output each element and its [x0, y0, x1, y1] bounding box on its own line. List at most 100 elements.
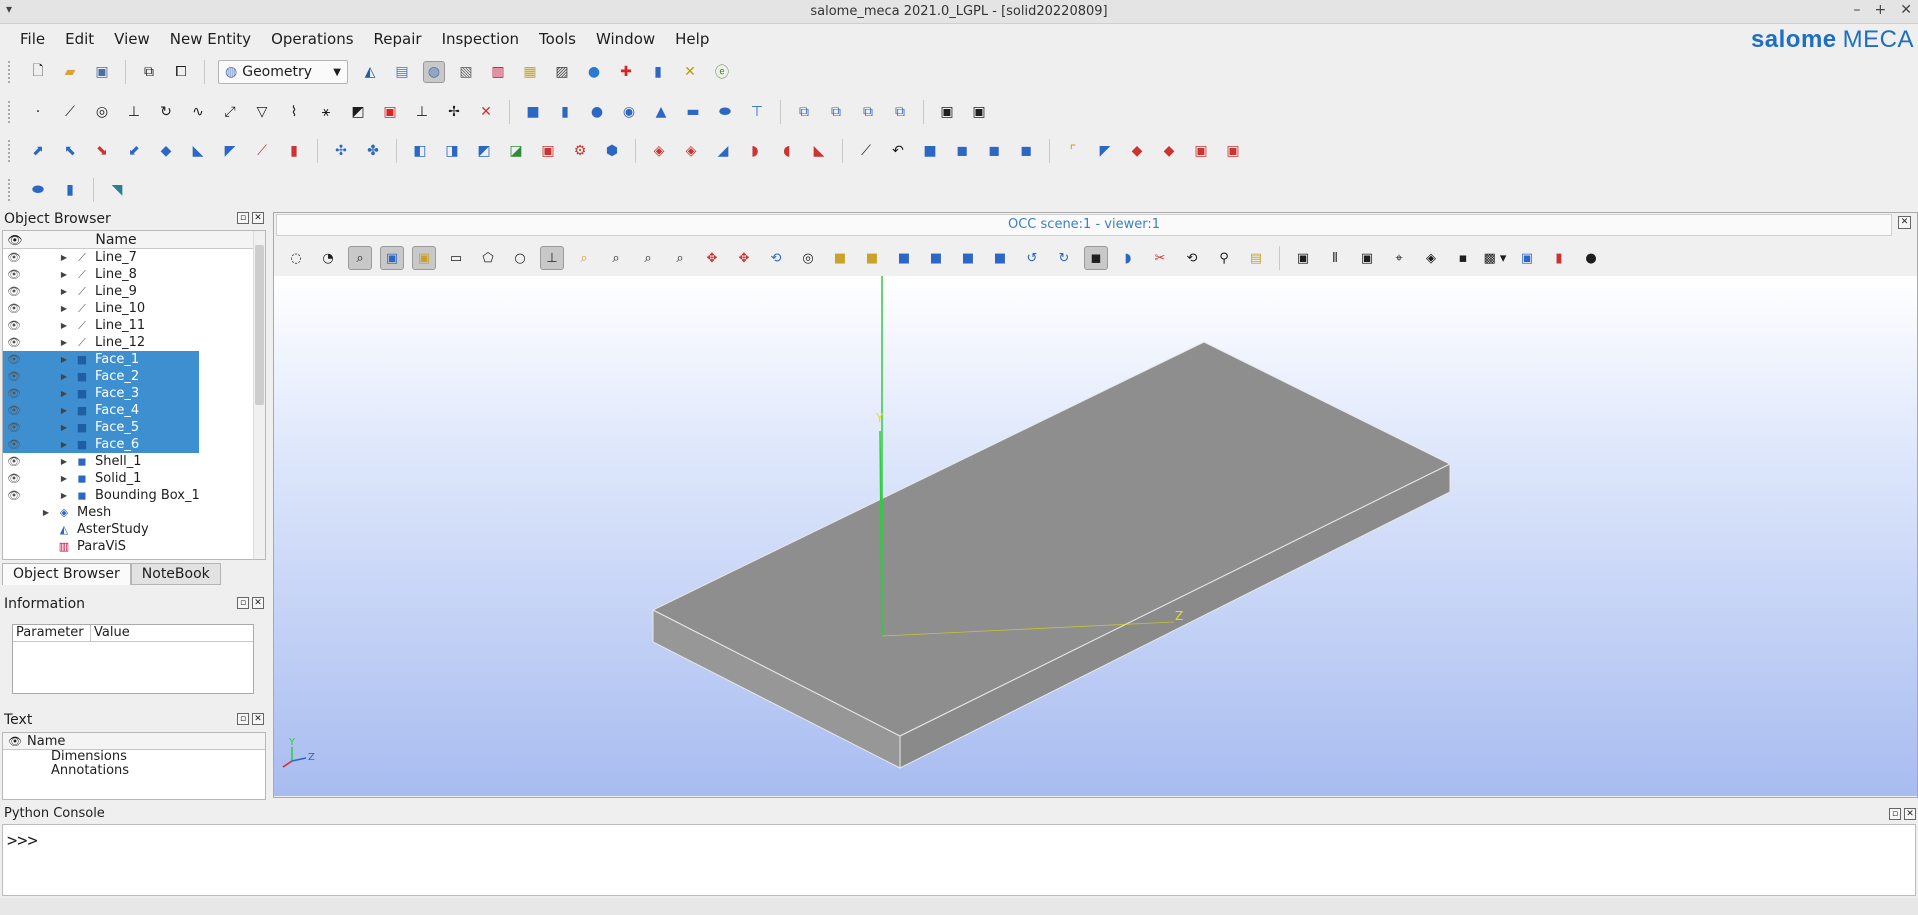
close-panel-icon[interactable]: ✕	[252, 212, 264, 224]
fit-all-icon[interactable]: ⌕	[572, 246, 596, 270]
visibility-eye-icon[interactable]: 👁	[3, 370, 25, 383]
float-panel-icon[interactable]: ▫	[237, 597, 249, 609]
menu-new-entity[interactable]: New Entity	[160, 30, 261, 48]
expand-arrow-icon[interactable]: ▶	[41, 508, 51, 517]
plane-tool-icon[interactable]: ▽	[251, 101, 273, 123]
object-browser-scrollbar[interactable]	[253, 231, 265, 559]
visibility-eye-icon[interactable]: 👁	[3, 285, 25, 298]
zoom-icon[interactable]: ⌕	[668, 246, 692, 270]
tree-item-bounding-box_1[interactable]: 👁 ▶ ◼ Bounding Box_1	[3, 487, 265, 504]
save-icon[interactable]: ▣	[91, 61, 113, 83]
surface-tool-icon[interactable]: ◩	[347, 101, 369, 123]
float-panel-icon[interactable]: ▫	[1889, 808, 1901, 820]
light-icon[interactable]: ◈	[1419, 246, 1443, 270]
sketch-tool-icon[interactable]: ⚹	[315, 101, 337, 123]
object-browser-tree[interactable]: 👁 Name 👁 ▶ ⟋ Line_7 👁 ▶ ⟋ Line_8 👁 ▶ ⟋ Line_9 👁 ▶ ⟋ Lin…	[2, 230, 266, 560]
plot-module-icon[interactable]: ▮	[647, 61, 669, 83]
menu-edit[interactable]: Edit	[55, 30, 104, 48]
stereo-icon[interactable]: ⫴	[1323, 246, 1347, 270]
trihedron-icon[interactable]: ⊥	[540, 246, 564, 270]
scaling-icon[interactable]: ⟲	[1180, 246, 1204, 270]
maximize-icon[interactable]: +	[1875, 2, 1887, 18]
visibility-eye-icon[interactable]: 👁	[3, 319, 25, 332]
wire-icon[interactable]: ↶	[887, 140, 909, 162]
build-compound-icon[interactable]: ✤	[362, 140, 384, 162]
vector-tool-icon[interactable]: ⤢	[219, 101, 241, 123]
menu-window[interactable]: Window	[586, 30, 665, 48]
information-table[interactable]: Parameter Value	[12, 624, 254, 694]
transparency-icon[interactable]: ⌖	[1387, 246, 1411, 270]
tab-object-browser[interactable]: Object Browser	[2, 563, 131, 585]
intersection-icon[interactable]: ✕	[475, 101, 497, 123]
expand-arrow-icon[interactable]: ▶	[59, 406, 69, 415]
eficas-module-icon[interactable]: ✚	[615, 61, 637, 83]
box-tool-icon[interactable]: ■	[522, 101, 544, 123]
pan-icon[interactable]: ✥	[700, 246, 724, 270]
visibility-eye-icon[interactable]: 👁	[3, 438, 25, 451]
suppress-holes-icon[interactable]: ▣	[1222, 140, 1244, 162]
bottom-view-icon[interactable]: ■	[924, 246, 948, 270]
marker-icon[interactable]: ⊥	[411, 101, 433, 123]
tree-item-asterstudy[interactable]: ◭ AsterStudy	[3, 521, 265, 538]
float-panel-icon[interactable]: ▫	[237, 713, 249, 725]
point-icon[interactable]: ·	[27, 101, 49, 123]
environment-texture-icon[interactable]: ▤	[1244, 246, 1268, 270]
dump-image-icon[interactable]: ▣	[936, 101, 958, 123]
expand-arrow-icon[interactable]: ▶	[59, 253, 69, 262]
rectangle-tool-icon[interactable]: ▬	[682, 101, 704, 123]
visibility-eye-icon[interactable]: 👁	[3, 353, 25, 366]
tab-notebook[interactable]: NoteBook	[130, 563, 221, 585]
homard-module-icon[interactable]: ●	[583, 61, 605, 83]
expand-arrow-icon[interactable]: ▶	[59, 389, 69, 398]
graduated-axes-icon[interactable]: ⚲	[1212, 246, 1236, 270]
close-icon[interactable]: ✕	[1900, 2, 1912, 18]
clipping-icon[interactable]: ✂	[1148, 246, 1172, 270]
menu-view[interactable]: View	[104, 30, 160, 48]
close-panel-icon[interactable]: ✕	[252, 713, 264, 725]
rotate-icon[interactable]: ⟲	[764, 246, 788, 270]
tree-item-face_3[interactable]: 👁 ▶ ■ Face_3	[3, 385, 265, 402]
face-build-icon[interactable]: ■	[919, 140, 941, 162]
view-cube-icon[interactable]: ▩ ▾	[1483, 246, 1507, 270]
extrusion-icon[interactable]: ◗	[744, 140, 766, 162]
rectangle-select-icon[interactable]: ▭	[444, 246, 468, 270]
dump-view-icon[interactable]: ◌	[284, 246, 308, 270]
new-document-icon[interactable]: 🗋	[27, 61, 49, 83]
torus-tool-icon[interactable]: ◉	[618, 101, 640, 123]
expand-arrow-icon[interactable]: ▶	[59, 474, 69, 483]
common-icon[interactable]: ⧉	[825, 101, 847, 123]
extension-icon[interactable]: ⟋	[251, 140, 273, 162]
list-item-dimensions[interactable]: Dimensions	[3, 750, 265, 764]
projection-icon[interactable]: ◤	[219, 140, 241, 162]
expand-arrow-icon[interactable]: ▶	[59, 423, 69, 432]
tree-item-face_5[interactable]: 👁 ▶ ■ Face_5	[3, 419, 265, 436]
visibility-eye-icon[interactable]: 👁	[3, 302, 25, 315]
minimize-icon[interactable]: –	[1854, 2, 1861, 18]
paste-icon[interactable]: ⧠	[170, 61, 192, 83]
ambient-icon[interactable]: ●	[1579, 246, 1603, 270]
3d-scene[interactable]: Y Z Y Z	[274, 276, 1917, 796]
line-tool-icon[interactable]: ⟋	[59, 101, 81, 123]
visibility-eye-icon[interactable]: 👁	[3, 472, 25, 485]
chamfer-icon[interactable]: ◈	[680, 140, 702, 162]
expand-arrow-icon[interactable]: ▶	[59, 355, 69, 364]
visibility-eye-icon[interactable]: 👁	[3, 268, 25, 281]
rotation-point-icon[interactable]: ◎	[796, 246, 820, 270]
close-panel-icon[interactable]: ✕	[1904, 808, 1916, 820]
dump-view-icon[interactable]: ▣	[968, 101, 990, 123]
expand-arrow-icon[interactable]: ▶	[59, 372, 69, 381]
expand-arrow-icon[interactable]: ▶	[59, 287, 69, 296]
location-icon[interactable]: ⬊	[91, 140, 113, 162]
pipe-icon[interactable]: ◣	[808, 140, 830, 162]
geometry-module-icon[interactable]: ◍	[423, 61, 445, 83]
archimede-icon[interactable]: ◨	[441, 140, 463, 162]
offset-icon[interactable]: ◣	[187, 140, 209, 162]
clockwise-icon[interactable]: ↻	[1052, 246, 1076, 270]
expand-arrow-icon[interactable]: ▶	[59, 321, 69, 330]
visibility-eye-icon[interactable]: 👁	[3, 404, 25, 417]
expand-arrow-icon[interactable]: ▶	[59, 457, 69, 466]
menu-operations[interactable]: Operations	[261, 30, 363, 48]
arc-tool-icon[interactable]: ↻	[155, 101, 177, 123]
polygon-selection-icon[interactable]: ▣	[412, 246, 436, 270]
expand-arrow-icon[interactable]: ▶	[59, 491, 69, 500]
